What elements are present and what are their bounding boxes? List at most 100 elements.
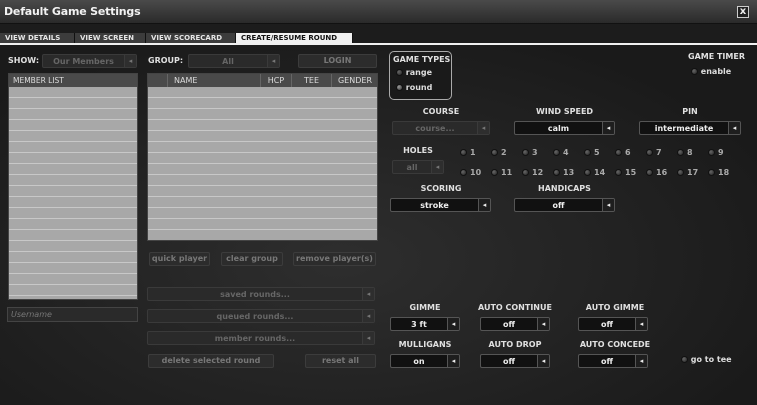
hole-6-radio[interactable]: 6 [615, 148, 631, 157]
queued-rounds-select[interactable]: queued rounds... ◂ [147, 309, 375, 323]
list-item[interactable] [9, 109, 137, 120]
list-item[interactable] [9, 252, 137, 263]
hole-7-radio[interactable]: 7 [646, 148, 662, 157]
table-row[interactable] [148, 219, 377, 230]
member-rounds-select[interactable]: member rounds... ◂ [147, 331, 375, 345]
table-row[interactable] [148, 120, 377, 131]
chevron-left-icon: ◂ [362, 332, 374, 344]
auto-gimme-value: off [601, 319, 613, 329]
list-item[interactable] [9, 120, 137, 131]
close-button[interactable]: x [737, 6, 749, 18]
remove-players-button[interactable]: remove player(s) [293, 252, 376, 266]
hole-18-radio[interactable]: 18 [708, 168, 729, 177]
hole-11-radio[interactable]: 11 [491, 168, 512, 177]
auto-concede-select[interactable]: off ◂ [578, 354, 648, 368]
scoring-select[interactable]: stroke ◂ [390, 198, 491, 212]
hole-2-radio[interactable]: 2 [491, 148, 507, 157]
table-row[interactable] [148, 98, 377, 109]
hole-8-radio[interactable]: 8 [677, 148, 693, 157]
hole-5-radio[interactable]: 5 [584, 148, 600, 157]
show-label: SHOW: [8, 56, 40, 65]
hole-number: 8 [687, 148, 693, 157]
hole-number: 3 [532, 148, 538, 157]
radio-icon [553, 149, 560, 156]
chevron-left-icon: ◂ [635, 355, 647, 367]
radio-icon [553, 169, 560, 176]
hole-number: 12 [532, 168, 544, 177]
chevron-left-icon: ◂ [447, 355, 459, 367]
member-list[interactable]: MEMBER LIST [8, 73, 138, 300]
hole-17-radio[interactable]: 17 [677, 168, 698, 177]
course-select[interactable]: course... ◂ [392, 121, 490, 135]
pin-select[interactable]: intermediate ◂ [639, 121, 741, 135]
hole-4-radio[interactable]: 4 [553, 148, 569, 157]
auto-drop-select[interactable]: off ◂ [480, 354, 550, 368]
list-item[interactable] [9, 208, 137, 219]
saved-rounds-select[interactable]: saved rounds... ◂ [147, 287, 375, 301]
go-to-tee-toggle[interactable]: go to tee [681, 355, 732, 364]
table-row[interactable] [148, 197, 377, 208]
hole-16-radio[interactable]: 16 [646, 168, 667, 177]
list-item[interactable] [9, 263, 137, 274]
chevron-left-icon: ◂ [267, 55, 279, 67]
handicaps-select[interactable]: off ◂ [514, 198, 615, 212]
hole-10-radio[interactable]: 10 [460, 168, 481, 177]
member-list-header: MEMBER LIST [9, 74, 137, 87]
holes-select[interactable]: all ◂ [392, 160, 444, 174]
auto-continue-select[interactable]: off ◂ [480, 317, 550, 331]
list-item[interactable] [9, 274, 137, 285]
table-row[interactable] [148, 164, 377, 175]
list-item[interactable] [9, 197, 137, 208]
hole-9-radio[interactable]: 9 [708, 148, 724, 157]
list-item[interactable] [9, 98, 137, 109]
table-row[interactable] [148, 131, 377, 142]
table-row[interactable] [148, 186, 377, 197]
list-item[interactable] [9, 164, 137, 175]
table-row[interactable] [148, 87, 377, 98]
saved-rounds-value: saved rounds... [220, 289, 290, 299]
group-select[interactable]: All ◂ [188, 54, 280, 68]
auto-concede-label: AUTO CONCEDE [579, 340, 651, 349]
clear-group-button[interactable]: clear group [221, 252, 283, 266]
hole-14-radio[interactable]: 14 [584, 168, 605, 177]
delete-round-button[interactable]: delete selected round [148, 354, 274, 368]
auto-gimme-select[interactable]: off ◂ [578, 317, 648, 331]
list-item[interactable] [9, 285, 137, 296]
mulligans-select[interactable]: on ◂ [390, 354, 460, 368]
quick-player-button[interactable]: quick player [149, 252, 210, 266]
radio-icon [646, 149, 653, 156]
username-field[interactable]: Username [7, 307, 138, 322]
radio-icon [522, 169, 529, 176]
table-row[interactable] [148, 175, 377, 186]
hole-15-radio[interactable]: 15 [615, 168, 636, 177]
reset-all-button[interactable]: reset all [305, 354, 376, 368]
hole-3-radio[interactable]: 3 [522, 148, 538, 157]
gimme-select[interactable]: 3 ft ◂ [390, 317, 460, 331]
list-item[interactable] [9, 87, 137, 98]
list-item[interactable] [9, 186, 137, 197]
radio-round[interactable]: round [396, 83, 432, 92]
list-item[interactable] [9, 241, 137, 252]
login-button[interactable]: LOGIN [298, 54, 377, 68]
list-item[interactable] [9, 131, 137, 142]
table-row[interactable] [148, 208, 377, 219]
list-item[interactable] [9, 219, 137, 230]
list-item[interactable] [9, 175, 137, 186]
table-row[interactable] [148, 142, 377, 153]
group-table[interactable]: NAME HCP TEE GENDER [147, 73, 378, 241]
hole-number: 5 [594, 148, 600, 157]
list-item[interactable] [9, 142, 137, 153]
table-row[interactable] [148, 109, 377, 120]
group-table-header: NAME HCP TEE GENDER [148, 74, 377, 87]
table-row[interactable] [148, 153, 377, 164]
chevron-left-icon: ◂ [447, 318, 459, 330]
radio-range[interactable]: range [396, 68, 432, 77]
wind-speed-select[interactable]: calm ◂ [514, 121, 615, 135]
hole-1-radio[interactable]: 1 [460, 148, 476, 157]
hole-13-radio[interactable]: 13 [553, 168, 574, 177]
list-item[interactable] [9, 153, 137, 164]
list-item[interactable] [9, 230, 137, 241]
game-timer-enable[interactable]: enable [691, 67, 731, 76]
show-select[interactable]: Our Members ◂ [42, 54, 137, 68]
hole-12-radio[interactable]: 12 [522, 168, 543, 177]
